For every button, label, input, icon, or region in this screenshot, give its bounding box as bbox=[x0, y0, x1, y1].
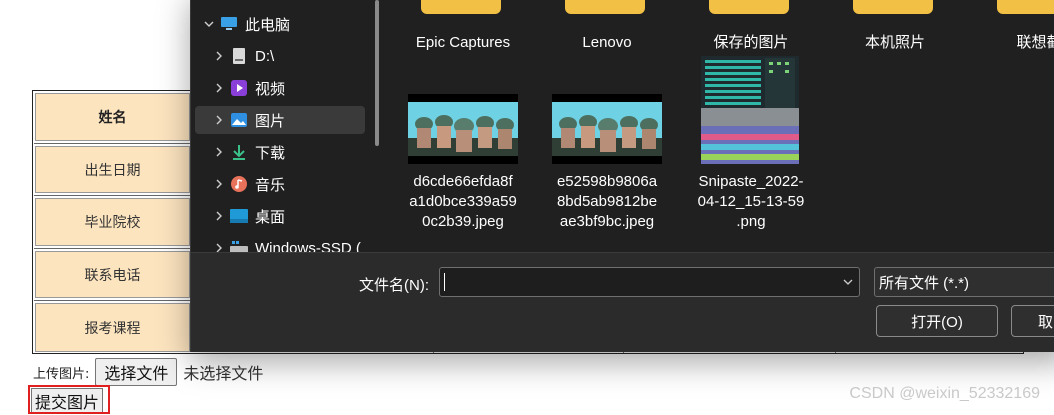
desktop-icon bbox=[229, 206, 249, 226]
screen: 姓名 出生日期 毕业院校 联系电话 报考课程 上传图片: 选择文件 未选择文件 … bbox=[0, 0, 1054, 415]
nav-label: D:\ bbox=[255, 47, 275, 65]
no-file-text: 未选择文件 bbox=[183, 364, 264, 383]
folder-name[interactable]: 保存的图片 bbox=[679, 32, 823, 54]
chevron-down-icon[interactable] bbox=[199, 19, 219, 29]
music-icon bbox=[229, 174, 249, 194]
nav-label: 图片 bbox=[255, 112, 286, 130]
chevron-right-icon[interactable] bbox=[209, 115, 229, 125]
nav-label: 音乐 bbox=[255, 176, 286, 194]
nav-label: 桌面 bbox=[255, 208, 286, 226]
download-icon bbox=[229, 142, 249, 162]
image-thumbnail[interactable] bbox=[701, 56, 799, 164]
folder-icon[interactable] bbox=[709, 0, 789, 14]
file-name[interactable]: e52598b9806a 8bd5ab9812be ae3bf9bc.jpeg bbox=[535, 172, 679, 232]
file-name[interactable]: Snipaste_2022- 04-12_15-13-59 .png bbox=[679, 172, 823, 232]
folder-icon[interactable] bbox=[565, 0, 645, 14]
file-list-area: Epic Captures Lenovo 保存的图片 本机照片 联想截 d6cd… bbox=[387, 0, 1054, 252]
folder-name[interactable]: 本机照片 bbox=[823, 32, 967, 54]
nav-label: 视频 bbox=[255, 80, 286, 98]
nav-item-pictures[interactable]: 图片 bbox=[195, 106, 365, 134]
folder-icon[interactable] bbox=[421, 0, 501, 14]
chevron-right-icon[interactable] bbox=[209, 211, 229, 221]
file-open-dialog: 此电脑 D:\ 视频 图片 下载 音乐 桌面 Windows-SSD (Epi… bbox=[190, 0, 1054, 352]
nav-item-music[interactable]: 音乐 bbox=[195, 170, 365, 198]
image-thumbnail[interactable] bbox=[408, 94, 518, 164]
row-label-course: 报考课程 bbox=[35, 303, 190, 352]
nav-item-desktop[interactable]: 桌面 bbox=[195, 202, 365, 230]
nav-item-windows-ssd[interactable]: Windows-SSD ( bbox=[195, 234, 365, 252]
nav-label: Windows-SSD ( bbox=[255, 239, 361, 253]
upload-row: 上传图片: 选择文件 未选择文件 bbox=[33, 358, 263, 386]
chevron-right-icon[interactable] bbox=[209, 83, 229, 93]
submit-image-button[interactable]: 提交图片 bbox=[31, 388, 104, 413]
folder-icon[interactable] bbox=[997, 0, 1054, 14]
chevron-right-icon[interactable] bbox=[209, 51, 229, 61]
filename-input[interactable] bbox=[439, 267, 860, 297]
row-label-phone: 联系电话 bbox=[35, 251, 190, 298]
nav-label: 此电脑 bbox=[245, 16, 291, 34]
nav-item-this-pc[interactable]: 此电脑 bbox=[191, 10, 355, 38]
dialog-bottom-bar: 文件名(N): 所有文件 (*.*) 打开(O) 取 bbox=[191, 252, 1054, 352]
file-type-select[interactable]: 所有文件 (*.*) bbox=[874, 267, 1054, 297]
chevron-right-icon[interactable] bbox=[209, 147, 229, 157]
cancel-button[interactable]: 取 bbox=[1011, 305, 1054, 337]
watermark-text: CSDN @weixin_52332169 bbox=[849, 385, 1040, 402]
upload-label: 上传图片: bbox=[33, 366, 90, 382]
chevron-right-icon[interactable] bbox=[209, 179, 229, 189]
drive-icon bbox=[229, 46, 249, 66]
nav-scrollbar[interactable] bbox=[373, 0, 381, 252]
open-button[interactable]: 打开(O) bbox=[876, 305, 998, 337]
nav-label: 下载 bbox=[255, 144, 286, 162]
navigation-pane: 此电脑 D:\ 视频 图片 下载 音乐 桌面 Windows-SSD ( bbox=[191, 0, 383, 252]
nav-scrollbar-thumb[interactable] bbox=[375, 0, 379, 146]
row-label-birthdate: 出生日期 bbox=[35, 146, 190, 193]
nav-item-d-drive[interactable]: D:\ bbox=[195, 42, 365, 70]
pc-icon bbox=[219, 14, 239, 34]
row-label-school: 毕业院校 bbox=[35, 198, 190, 246]
nav-item-downloads[interactable]: 下载 bbox=[195, 138, 365, 166]
windows-drive-icon bbox=[229, 238, 249, 252]
folder-name[interactable]: Epic Captures bbox=[391, 32, 535, 54]
chevron-right-icon[interactable] bbox=[209, 243, 229, 252]
choose-file-button[interactable]: 选择文件 bbox=[95, 358, 178, 386]
folder-name[interactable]: 联想截 bbox=[967, 32, 1054, 54]
folder-icon[interactable] bbox=[853, 0, 933, 14]
text-caret bbox=[444, 273, 445, 291]
image-thumbnail[interactable] bbox=[552, 94, 662, 164]
video-icon bbox=[229, 78, 249, 98]
file-name[interactable]: d6cde66efda8f a1d0bce339a59 0c2b39.jpeg bbox=[391, 172, 535, 232]
nav-item-videos[interactable]: 视频 bbox=[195, 74, 365, 102]
filename-label: 文件名(N): bbox=[359, 277, 429, 294]
row-label-name: 姓名 bbox=[35, 93, 190, 141]
chevron-down-icon[interactable] bbox=[843, 274, 853, 292]
pictures-icon bbox=[229, 110, 249, 130]
folder-name[interactable]: Lenovo bbox=[535, 32, 679, 54]
